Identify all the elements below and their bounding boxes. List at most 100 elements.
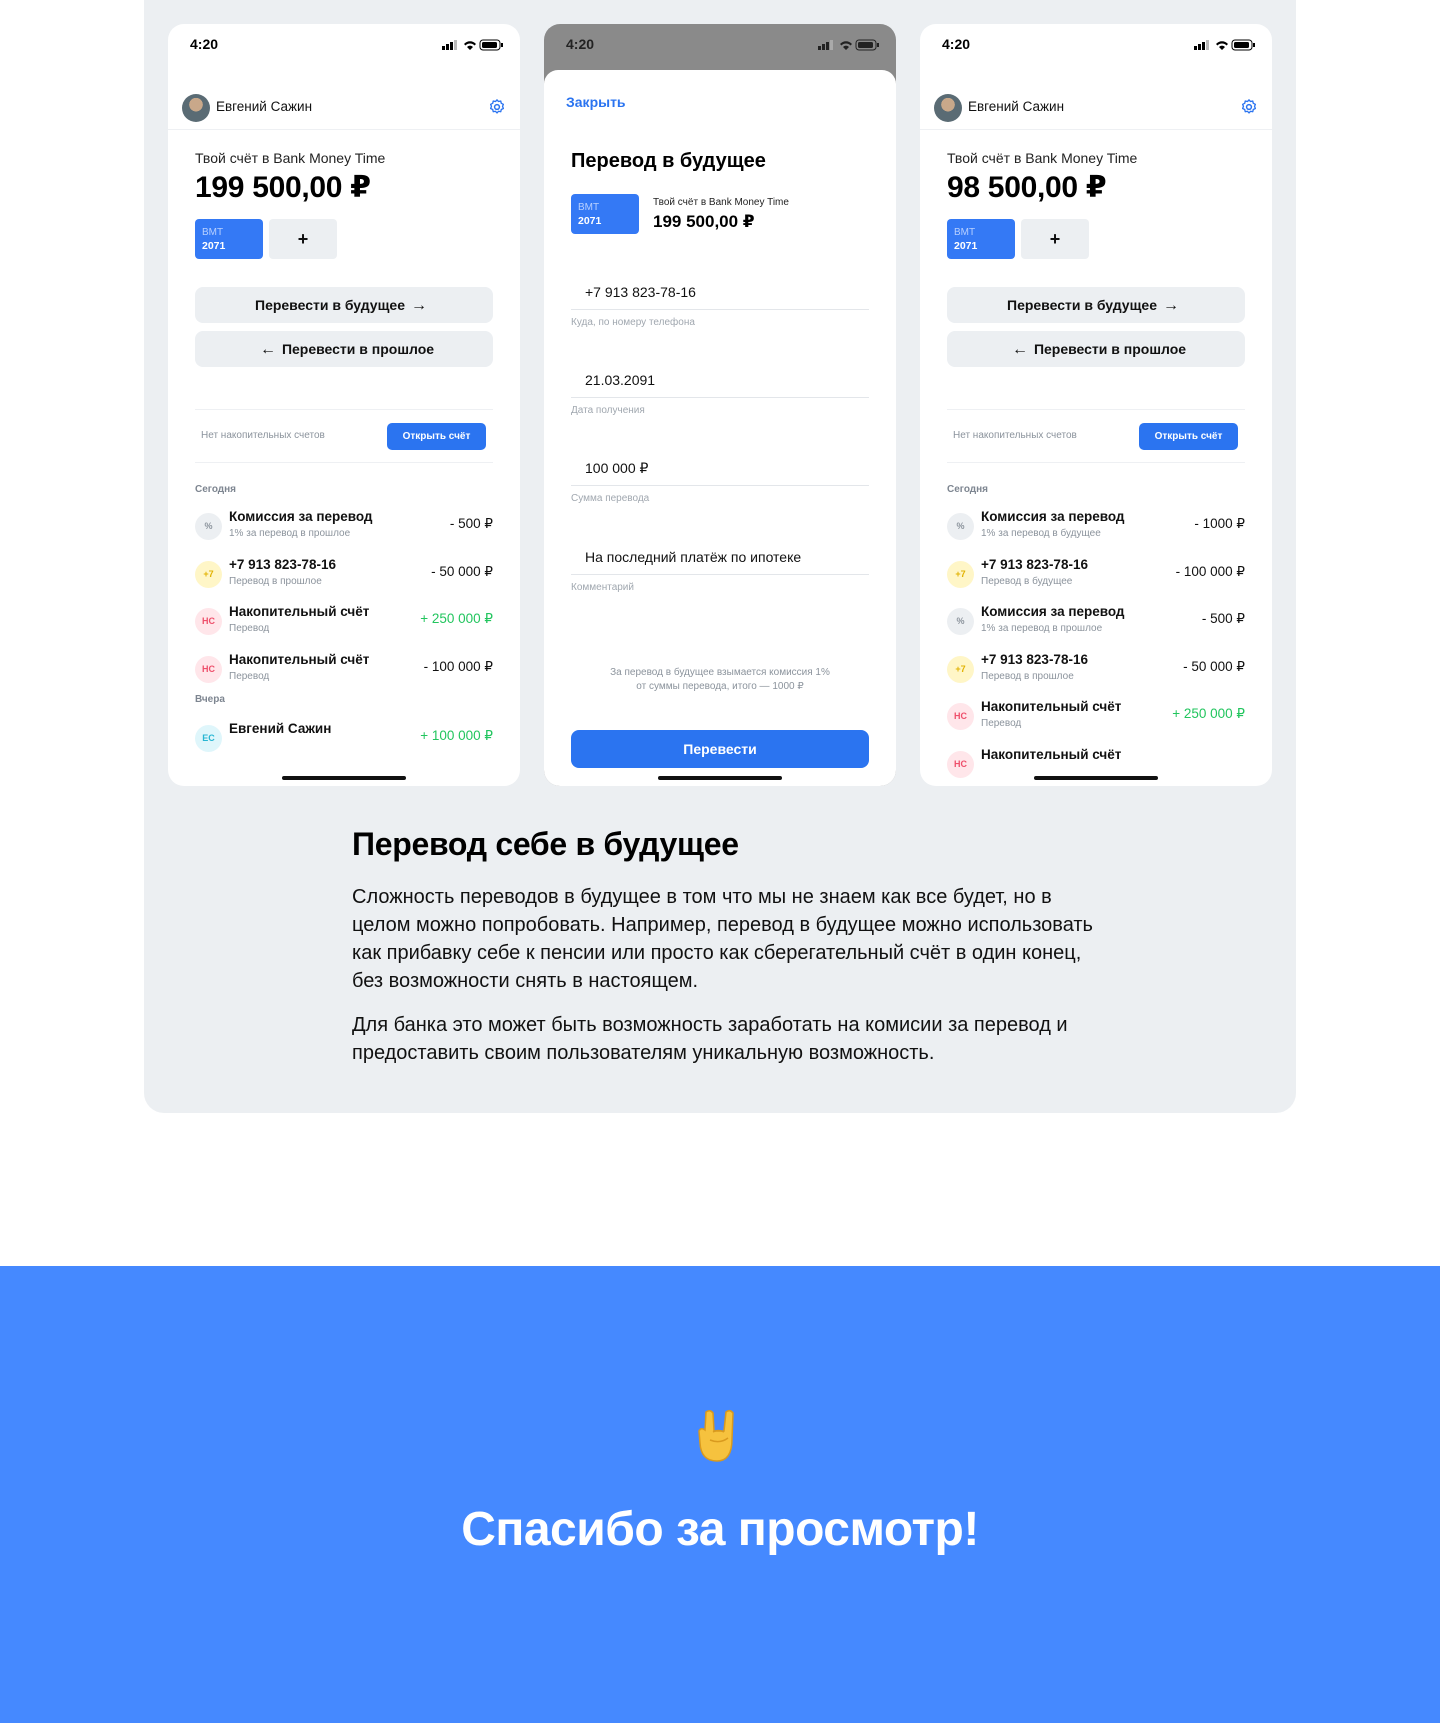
open-account-button[interactable]: Открыть счёт (1139, 423, 1238, 450)
account-label: Твой счёт в Bank Money Time (653, 197, 789, 208)
status-bar: 4:20 (168, 24, 520, 68)
transaction-subtitle: 1% за перевод в будущее (981, 528, 1101, 539)
status-indicators-icon (818, 39, 879, 51)
gear-icon[interactable] (1240, 98, 1258, 116)
section-yesterday: Вчера (195, 694, 225, 705)
transaction-title: Комиссия за перевод (229, 509, 373, 524)
transaction-title: Накопительный счёт (229, 651, 370, 667)
close-link[interactable]: Закрыть (566, 94, 626, 110)
description-paragraph-2: Для банка это может быть возможность зар… (352, 1014, 1068, 1064)
amount-field[interactable]: 100 000 ₽ Сумма перевода (571, 460, 869, 530)
list-item[interactable]: +7 +7 913 823-78-16 Перевод в прошлое - 50 … (947, 652, 1245, 696)
card-chip[interactable]: BMT 2071 (195, 219, 263, 259)
section-today: Сегодня (195, 484, 237, 495)
transaction-amount: + 250 000 ₽ (420, 611, 493, 626)
savings-row: Нет накопительных счетов Открыть счёт (195, 409, 493, 463)
phone-screen-transfer-form: 4:20 Закрыть Перевод в будущее BMT 2071 … (544, 24, 896, 786)
field-underline (571, 397, 869, 398)
account-label: Твой счёт в Bank Money Time (195, 150, 386, 166)
avatar[interactable] (182, 94, 210, 122)
list-item[interactable]: % Комиссия за перевод 1% за перевод в прош… (947, 604, 1245, 648)
transfer-past-button[interactable]: ← Перевести в прошлое (947, 331, 1245, 367)
transaction-title: +7 913 823-78-16 (981, 556, 1088, 572)
section-today: Сегодня (947, 484, 989, 495)
transaction-amount: - 100 000 ₽ (1175, 563, 1245, 579)
home-indicator (658, 776, 782, 780)
card-chip[interactable]: BMT 2071 (571, 194, 639, 234)
transaction-amount: - 50 000 ₽ (431, 563, 493, 579)
field-underline (571, 485, 869, 486)
card-number: 2071 (954, 240, 978, 252)
phone-screen-home-before: 4:20 Евгений Сажин Твой счёт в Bank Mone… (168, 24, 520, 786)
transaction-amount: - 50 000 ₽ (1183, 658, 1245, 674)
open-account-button[interactable]: Открыть счёт (387, 423, 486, 450)
card-bank-code: BMT (578, 202, 600, 213)
fee-note-line-2: от суммы перевода, итого — 1000 ₽ (636, 681, 804, 692)
list-item[interactable]: +7 +7 913 823-78-16 Перевод в прошлое - 50 … (195, 557, 493, 601)
card-chip[interactable]: BMT 2071 (947, 219, 1015, 259)
transaction-title: Накопительный счёт (229, 604, 370, 619)
thanks-footer: Спасибо за просмотр! (0, 1266, 1440, 1723)
transaction-subtitle: 1% за перевод в прошлое (229, 528, 351, 539)
transaction-subtitle: Перевод (981, 718, 1022, 729)
avatar[interactable] (934, 94, 962, 122)
home-indicator (282, 776, 406, 780)
phone-screen-home-after: 4:20 Евгений Сажин Твой счёт в Bank Mone… (920, 24, 1272, 786)
transfer-past-button[interactable]: ← Перевести в прошлое (195, 331, 493, 367)
list-item[interactable]: % Комиссия за перевод 1% за перевод в прош… (195, 509, 493, 553)
arrow-left-icon: ← (259, 341, 276, 358)
field-hint: Комментарий (571, 582, 634, 593)
transaction-subtitle: Перевод (229, 670, 270, 682)
add-card-button[interactable]: + (1021, 219, 1089, 259)
savings-row: Нет накопительных счетов Открыть счёт (947, 409, 1245, 463)
user-name: Евгений Сажин (216, 99, 313, 114)
savings-initials-icon: НС (947, 750, 974, 778)
transaction-amount: - 100 000 ₽ (423, 658, 493, 674)
transfer-future-button[interactable]: Перевести в будущее → (947, 287, 1245, 323)
description-title: Перевод себе в будущее (352, 826, 739, 862)
transfer-future-button[interactable]: Перевести в будущее → (195, 287, 493, 323)
status-indicators-icon (442, 39, 503, 51)
savings-initials-icon: НС (947, 703, 974, 730)
transfer-past-label: Перевести в прошлое (1033, 341, 1187, 357)
profile-header: Евгений Сажин (168, 68, 520, 130)
add-card-button[interactable]: + (269, 219, 337, 259)
arrow-left-icon: ← (1011, 341, 1028, 358)
list-item[interactable]: ЕС Евгений Сажин + 100 000 ₽ (195, 721, 493, 765)
transaction-amount: + 100 000 ₽ (420, 728, 493, 743)
list-item[interactable]: % Комиссия за перевод 1% за перевод в буду… (947, 509, 1245, 553)
phone-field[interactable]: +7 913 823-78-16 Куда, по номеру телефон… (571, 284, 869, 354)
percent-icon: % (947, 608, 974, 635)
list-item[interactable]: +7 +7 913 823-78-16 Перевод в будущее - 100… (947, 557, 1245, 601)
status-bar: 4:20 (920, 24, 1272, 68)
submit-transfer-button[interactable]: Перевести (571, 730, 869, 768)
status-indicators-icon (1194, 39, 1255, 51)
field-hint: Дата получения (571, 405, 645, 416)
list-item[interactable]: НС Накопительный счёт (947, 747, 1245, 787)
transaction-subtitle: Перевод в прошлое (981, 670, 1074, 682)
comment-field[interactable]: На последний платёж по ипотеке Комментар… (571, 549, 869, 619)
sheet-title: Перевод в будущее (571, 150, 766, 172)
date-field[interactable]: 21.03.2091 Дата получения (571, 372, 869, 442)
transaction-title: Накопительный счёт (981, 699, 1122, 714)
transaction-title: Евгений Сажин (229, 721, 332, 736)
transfer-future-label: Перевести в будущее (1007, 297, 1157, 313)
description-paragraph-1: Сложность переводов в будущее в том что … (352, 886, 1093, 992)
card-number: 2071 (202, 240, 226, 252)
field-underline (571, 574, 869, 575)
list-item[interactable]: НС Накопительный счёт Перевод - 100 000 ₽ (195, 652, 493, 696)
list-item[interactable]: НС Накопительный счёт Перевод + 250 000 ₽ (195, 604, 493, 648)
card-number: 2071 (578, 215, 602, 227)
gear-icon[interactable] (488, 98, 506, 116)
phone-contact-icon: +7 (947, 655, 974, 683)
transaction-subtitle: 1% за перевод в прошлое (981, 623, 1103, 634)
field-value: 100 000 ₽ (585, 460, 649, 476)
transaction-title: Накопительный счёт (981, 746, 1122, 762)
transaction-title: Комиссия за перевод (981, 509, 1125, 524)
field-value: На последний платёж по ипотеке (585, 549, 802, 565)
list-item[interactable]: НС Накопительный счёт Перевод + 250 000 ₽ (947, 699, 1245, 743)
transfer-sheet: Закрыть Перевод в будущее BMT 2071 Твой … (544, 70, 896, 786)
account-balance: 199 500,00 ₽ (653, 212, 755, 231)
transaction-subtitle: Перевод в будущее (981, 575, 1073, 587)
status-time: 4:20 (566, 36, 595, 52)
